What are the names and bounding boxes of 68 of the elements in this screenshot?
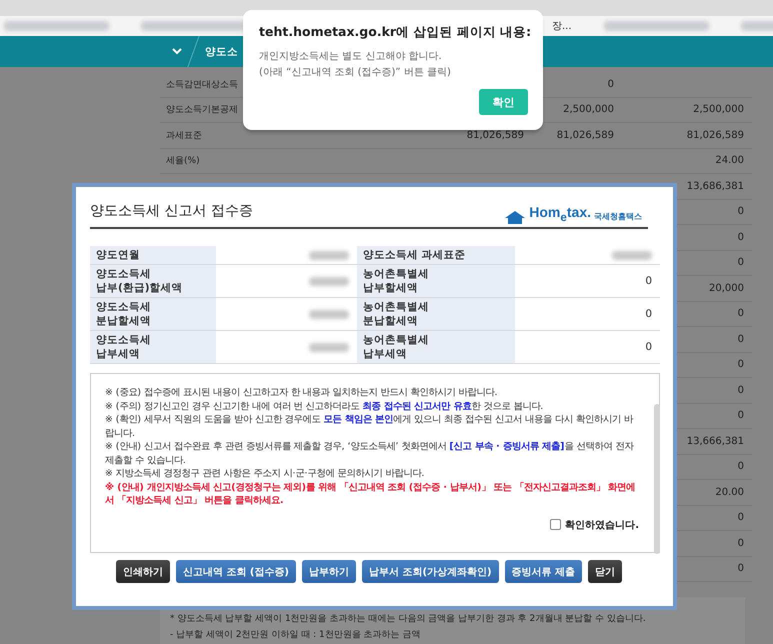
- note-text: - 납부할 세액이 2천만원 이하일 때 : 1천만원을 초과하는 금액: [170, 629, 422, 641]
- dialog-title: 양도소득세 신고서 접수증: [90, 202, 253, 221]
- action-button[interactable]: 신고내역 조회 (접수증): [176, 560, 296, 583]
- table-cell: 24.00: [715, 155, 744, 166]
- row-label: 양도소득세 분납할세액: [90, 298, 216, 331]
- row-label: 농어촌특별세 분납할세액: [357, 298, 515, 331]
- checkbox-label[interactable]: 확인하였습니다.: [565, 518, 639, 532]
- table-cell: 0: [645, 275, 652, 287]
- row-label: 양도연월: [90, 246, 216, 265]
- table-cell: 0: [645, 308, 652, 320]
- row-label: 양도소득세 납부세액: [90, 331, 216, 364]
- row-label: 양도소득세 과세표준: [357, 246, 515, 265]
- table-cell: 2,500,000: [693, 104, 744, 116]
- action-button[interactable]: 납부서 조회(가상계좌확인): [362, 560, 499, 583]
- blurred-bookmark[interactable]: [4, 21, 109, 31]
- checkbox[interactable]: [550, 519, 562, 530]
- notice-text: ※ 지방소득세 경정청구 관련 사항은 주소지 시·군·구청에 문의하시기 바랍니다.: [105, 467, 426, 480]
- table-cell: 0: [738, 257, 744, 268]
- chevron-down-icon[interactable]: [172, 48, 182, 55]
- alert-message: 개인지방소득세는 별도 신고해야 합니다.: [259, 50, 443, 64]
- table-cell: 0: [738, 334, 744, 345]
- logo-caption: 국세청홈택스: [594, 211, 642, 223]
- action-button[interactable]: 납부하기: [302, 560, 356, 583]
- table-cell: 0: [738, 461, 744, 472]
- nav-title: 양도소: [205, 44, 238, 58]
- notice-text: ※ (중요) 접수증에 표시된 내용이 신고하고자 한 내용과 일치하는지 반드시 확인하시기 바랍니다.: [105, 386, 499, 400]
- action-button[interactable]: 인쇄하기: [116, 560, 170, 583]
- house-icon: [504, 210, 526, 224]
- table-cell: 20,000: [709, 282, 744, 294]
- row-label: 농어촌특별세 납부할세액: [357, 265, 515, 298]
- table-cell: 0: [738, 384, 744, 396]
- scrollbar[interactable]: [654, 404, 660, 554]
- table-cell: 0: [738, 308, 744, 320]
- table-cell: 0: [738, 410, 744, 422]
- notice-text: ※ (안내) 신고서 접수완료 후 관련 증빙서류를 제출할 경우, ‘양도소득세’ 첫화면에서 [신고 부속 · 증빙서류 제출]을 선택하여 전자제출할 수 있습니다.: [105, 440, 635, 467]
- table-cell: 0: [645, 341, 652, 353]
- table-cell: 0: [608, 78, 614, 90]
- table-cell: 0: [738, 206, 744, 218]
- alert-message: (아래 “신고내역 조회 (접수증)” 버튼 클릭): [259, 66, 452, 80]
- table-cell: 13,686,381: [686, 180, 744, 192]
- row-label: 세율(%): [165, 155, 200, 168]
- table-cell: 20.00: [715, 486, 744, 498]
- note-text: * 양도소득세 납부할 세액이 1천만원을 초과하는 때에는 다음의 금액을 납부기한 경과 후 2개월내 분납할 수 있습니다.: [170, 613, 647, 625]
- table-cell: 2,500,000: [563, 104, 614, 116]
- blurred-bookmark[interactable]: [141, 21, 246, 31]
- table-cell: 0: [738, 232, 744, 243]
- table-cell: 81,026,589: [466, 130, 524, 141]
- table-cell: 0: [738, 359, 744, 370]
- bookmark[interactable]: 장...: [552, 19, 572, 33]
- logo-text: Hom$_{e}$tax.: [529, 204, 591, 224]
- row-label: 농어촌특별세 납부세액: [357, 331, 515, 364]
- row-label: 양도소득세 납부(환급)할세액: [90, 265, 216, 298]
- action-button[interactable]: 증빙서류 제출: [504, 560, 582, 583]
- row-label: 소득감면대상소득: [165, 78, 238, 91]
- table-cell: 0: [738, 512, 744, 524]
- table-cell: 81,026,589: [686, 130, 744, 141]
- blurred-bookmark[interactable]: [604, 21, 709, 31]
- notice-text: ※ (확인) 세무서 직원의 도움을 받아 신고한 경우에도 모든 책임은 본인에게 있으니 최종 접수된 신고서 내용을 다시 확인하시기 바랍니다.: [105, 413, 634, 440]
- table-cell: 13,666,381: [686, 436, 744, 447]
- notice-text: ※ (주의) 정기신고인 경우 신고기한 내에 여러 번 신고하더라도 최종 접수된 신고서만 유효한 것으로 봅니다.: [105, 400, 544, 413]
- table-cell: 81,026,589: [556, 130, 614, 141]
- action-button[interactable]: 닫기: [588, 560, 622, 583]
- alert-title: teht.hometax.go.kr에 삽입된 페이지 내용:: [259, 24, 528, 41]
- table-cell: 0: [738, 563, 744, 574]
- table-cell: 0: [738, 538, 744, 549]
- notice-text: ※ (안내) 개인지방소득세 신고(경정청구는 제외)를 위해 「신고내역 조회 (접수증 · 납부서)」 또는 「전자신고결과조회」 화면에서 「지방소득세 신고」 버튼을 클릭하세요.: [105, 480, 636, 508]
- row-label: 양도소득기본공제: [165, 104, 238, 116]
- row-label: 과세표준: [165, 130, 202, 142]
